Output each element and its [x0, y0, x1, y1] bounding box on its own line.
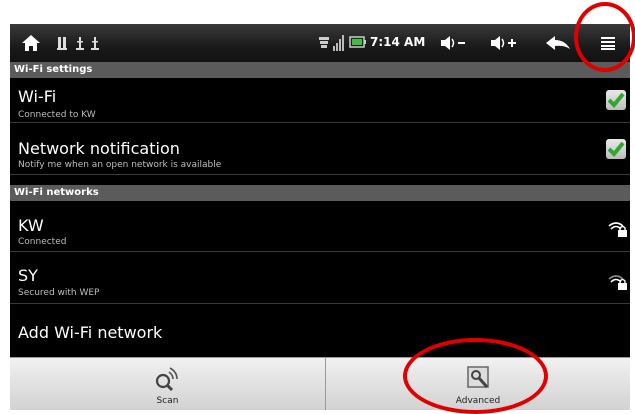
network-notification-title: Network notification [18, 139, 180, 158]
network-item-kw[interactable]: KW Connected [10, 201, 630, 252]
wifi-lock-icon [608, 222, 627, 237]
status-bar: 7:14 AM [10, 24, 630, 62]
network-ssid: SY [18, 266, 38, 285]
android-screen: 7:14 AM Wi-Fi settings Wi-Fi Connected t… [10, 24, 630, 410]
annotation-circle-menu [574, 2, 635, 72]
wifi-checkbox[interactable] [606, 90, 626, 110]
volume-up-icon[interactable] [490, 35, 518, 51]
battery-icon [349, 36, 366, 48]
wifi-status-icon [319, 37, 329, 48]
network-notification-checkbox[interactable] [606, 139, 626, 159]
wifi-title: Wi-Fi [18, 87, 57, 106]
section-header-wifi-settings: Wi-Fi settings [10, 62, 630, 78]
back-icon[interactable] [545, 35, 571, 51]
scan-icon [155, 367, 178, 392]
notification-icons [57, 37, 99, 50]
network-notification-subtitle: Notify me when an open network is availa… [18, 160, 222, 170]
checkmark-icon [607, 92, 625, 108]
wifi-lock-icon [608, 275, 627, 290]
wifi-subtitle: Connected to KW [18, 110, 96, 120]
section-header-wifi-networks: Wi-Fi networks [10, 185, 630, 201]
signal-icon [333, 35, 344, 51]
network-ssid: KW [18, 216, 44, 235]
checkmark-icon [607, 141, 625, 157]
scan-label: Scan [156, 396, 179, 406]
add-wifi-network-row[interactable]: Add Wi-Fi network [10, 304, 630, 357]
scan-button[interactable]: Scan [10, 358, 326, 410]
wifi-toggle-row[interactable]: Wi-Fi Connected to KW [10, 78, 630, 123]
home-icon[interactable] [21, 34, 41, 52]
annotation-circle-advanced [403, 338, 548, 414]
network-status: Connected [18, 237, 67, 247]
volume-down-icon[interactable] [440, 35, 466, 51]
network-notification-row[interactable]: Network notification Notify me when an o… [10, 123, 630, 175]
add-wifi-network-label: Add Wi-Fi network [18, 323, 163, 342]
status-time: 7:14 AM [370, 35, 426, 49]
network-status: Secured with WEP [18, 288, 100, 298]
network-item-sy[interactable]: SY Secured with WEP [10, 252, 630, 304]
